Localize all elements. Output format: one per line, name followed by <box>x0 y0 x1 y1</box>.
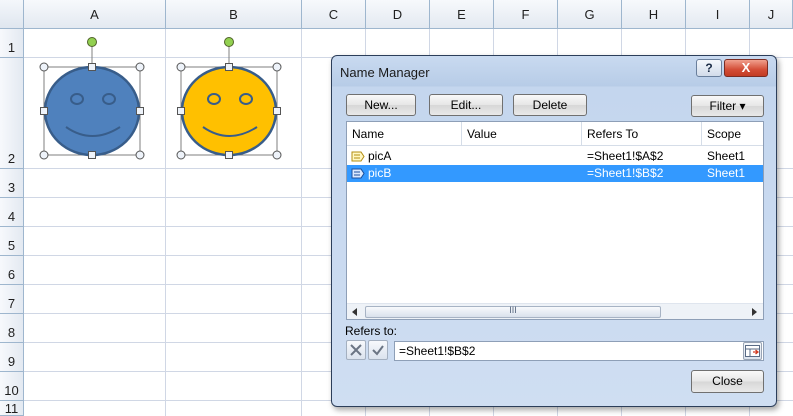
smiley-face <box>180 65 278 157</box>
resize-handle <box>176 150 186 160</box>
scroll-right-arrow-icon[interactable] <box>750 308 758 316</box>
name-manager-dialog: Name Manager ? X New... Edit... Delete F… <box>331 55 777 407</box>
column-header-i[interactable]: I <box>686 0 750 29</box>
resize-handle <box>225 151 233 159</box>
column-header-c[interactable]: C <box>302 0 366 29</box>
name-tag-icon <box>351 168 365 179</box>
list-item-scope: Sheet1 <box>707 166 746 180</box>
row-header-5[interactable]: 5 <box>0 227 24 256</box>
row-header-1[interactable]: 1 <box>0 29 24 58</box>
column-header-d[interactable]: D <box>366 0 430 29</box>
list-item-refers-to: =Sheet1!$B$2 <box>587 166 664 180</box>
resize-handle <box>135 62 145 72</box>
column-header-g[interactable]: G <box>558 0 622 29</box>
row-header-7[interactable]: 7 <box>0 285 24 314</box>
checkmark-icon <box>372 345 384 356</box>
collapse-dialog-button[interactable] <box>743 342 762 360</box>
column-header-a[interactable]: A <box>24 0 166 29</box>
select-all-corner[interactable] <box>0 0 24 29</box>
name-tag-icon <box>351 151 365 162</box>
column-header-refers-to[interactable]: Refers To <box>582 122 702 146</box>
gridline <box>165 29 166 416</box>
column-header-e[interactable]: E <box>430 0 494 29</box>
column-header-b[interactable]: B <box>166 0 302 29</box>
refers-to-input[interactable]: =Sheet1!$B$2 <box>394 341 764 361</box>
confirm-edit-button[interactable] <box>368 340 388 360</box>
column-header-value[interactable]: Value <box>462 122 582 146</box>
resize-handle <box>272 62 282 72</box>
row-header-3[interactable]: 3 <box>0 169 24 198</box>
rotation-handle <box>224 37 234 47</box>
dialog-title: Name Manager <box>340 65 430 80</box>
row-header-10[interactable]: 10 <box>0 372 24 401</box>
list-item-scope: Sheet1 <box>707 149 746 163</box>
resize-handle <box>225 63 233 71</box>
filter-button[interactable]: Filter ▾ <box>691 95 764 117</box>
list-item-selected[interactable]: picB =Sheet1!$B$2 Sheet1 <box>347 165 763 182</box>
scroll-left-arrow-icon[interactable] <box>351 308 359 316</box>
smiley-face <box>43 65 141 157</box>
column-header-h[interactable]: H <box>622 0 686 29</box>
resize-handle <box>40 107 48 115</box>
edit-button[interactable]: Edit... <box>429 94 503 116</box>
scrollbar-thumb[interactable]: III <box>365 305 661 318</box>
resize-handle <box>136 107 144 115</box>
resize-handle <box>39 62 49 72</box>
rotation-handle <box>87 37 97 47</box>
list-item-name: picB <box>368 166 392 180</box>
list-item-refers-to: =Sheet1!$A$2 <box>587 149 664 163</box>
column-header-j[interactable]: J <box>750 0 793 29</box>
new-button[interactable]: New... <box>346 94 416 116</box>
row-header-8[interactable]: 8 <box>0 314 24 343</box>
close-button[interactable]: Close <box>691 370 764 393</box>
row-header-9[interactable]: 9 <box>0 343 24 372</box>
row-header-2[interactable]: 2 <box>0 58 24 169</box>
help-button[interactable]: ? <box>696 59 722 77</box>
column-header-f[interactable]: F <box>494 0 558 29</box>
row-header-6[interactable]: 6 <box>0 256 24 285</box>
resize-handle <box>177 107 185 115</box>
resize-handle <box>272 150 282 160</box>
list-item-name: picA <box>368 149 392 163</box>
smiley-blue-shape[interactable] <box>36 35 148 161</box>
cancel-edit-button[interactable] <box>346 340 366 360</box>
refers-to-label: Refers to: <box>345 324 398 338</box>
column-header-scope[interactable]: Scope <box>702 122 763 146</box>
resize-handle <box>39 150 49 160</box>
scroll-grip: III <box>509 305 517 315</box>
gridline <box>301 29 302 416</box>
dialog-close-x-button[interactable]: X <box>724 59 768 77</box>
names-list[interactable]: Name Value Refers To Scope picA =Sheet1!… <box>346 121 764 320</box>
range-selector-icon <box>745 345 760 357</box>
resize-handle <box>273 107 281 115</box>
resize-handle <box>176 62 186 72</box>
smiley-yellow-shape[interactable] <box>173 35 285 161</box>
list-item[interactable]: picA =Sheet1!$A$2 Sheet1 <box>347 148 763 165</box>
resize-handle <box>88 151 96 159</box>
row-header-4[interactable]: 4 <box>0 198 24 227</box>
row-header-11[interactable]: 11 <box>0 401 24 416</box>
cancel-x-icon <box>350 344 362 356</box>
delete-button[interactable]: Delete <box>513 94 587 116</box>
column-header-name[interactable]: Name <box>347 122 462 146</box>
horizontal-scrollbar[interactable]: III <box>347 303 763 319</box>
resize-handle <box>88 63 96 71</box>
resize-handle <box>135 150 145 160</box>
